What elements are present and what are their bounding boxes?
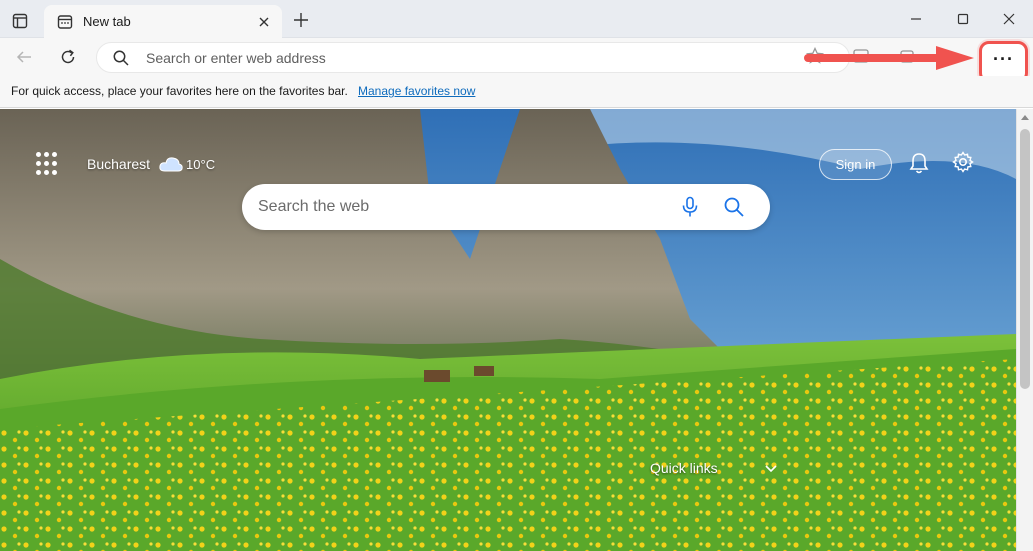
close-icon (1003, 13, 1015, 25)
maximize-icon (957, 13, 969, 25)
search-icon (113, 50, 129, 66)
search-icon[interactable] (723, 196, 745, 218)
tab-title: New tab (83, 14, 131, 29)
cloud-icon (159, 157, 183, 172)
address-bar[interactable]: Search or enter web address (96, 42, 850, 73)
new-tab-button[interactable] (289, 8, 313, 32)
app-launcher-button[interactable] (36, 152, 60, 176)
tab-close-button[interactable] (254, 12, 274, 32)
tab-actions-icon (12, 13, 28, 29)
settings-gear-icon[interactable] (952, 151, 974, 173)
manage-favorites-link[interactable]: Manage favorites now (358, 84, 475, 98)
annotation-arrow (804, 46, 974, 70)
vertical-scrollbar[interactable] (1016, 109, 1033, 551)
back-arrow-icon (16, 51, 31, 63)
minimize-icon (911, 18, 921, 20)
chevron-down-icon (765, 465, 777, 473)
close-icon (259, 17, 269, 27)
new-tab-icon (56, 13, 74, 31)
quick-links-toggle[interactable]: Quick links (650, 460, 778, 476)
more-options-icon: ··· (993, 49, 1014, 69)
web-search-placeholder: Search the web (258, 198, 370, 215)
refresh-button[interactable] (55, 44, 81, 70)
web-search-box[interactable]: Search the web (242, 184, 770, 230)
maximize-button[interactable] (948, 6, 978, 32)
sign-in-button[interactable]: Sign in (819, 149, 892, 180)
quick-links-label: Quick links (650, 460, 718, 476)
minimize-button[interactable] (901, 6, 931, 32)
scroll-up-arrow-icon[interactable] (1020, 113, 1030, 121)
weather-temperature: 10°C (186, 156, 216, 172)
favorites-bar: For quick access, place your favorites h… (0, 76, 1033, 108)
tab-new-tab[interactable]: New tab (44, 5, 282, 38)
weather-widget[interactable]: Bucharest 10°C (87, 155, 215, 173)
plus-icon (294, 13, 308, 27)
scrollbar-thumb[interactable] (1020, 129, 1030, 389)
weather-city: Bucharest (87, 156, 151, 172)
refresh-icon (61, 49, 75, 64)
window-close-button[interactable] (994, 6, 1024, 32)
tab-actions-button[interactable] (8, 9, 32, 33)
tab-strip: New tab (0, 0, 1033, 38)
microphone-icon[interactable] (680, 196, 700, 218)
back-button[interactable] (11, 44, 37, 70)
address-bar-placeholder: Search or enter web address (146, 50, 326, 66)
notifications-bell-icon[interactable] (908, 151, 930, 175)
favorites-bar-message: For quick access, place your favorites h… (11, 84, 348, 98)
